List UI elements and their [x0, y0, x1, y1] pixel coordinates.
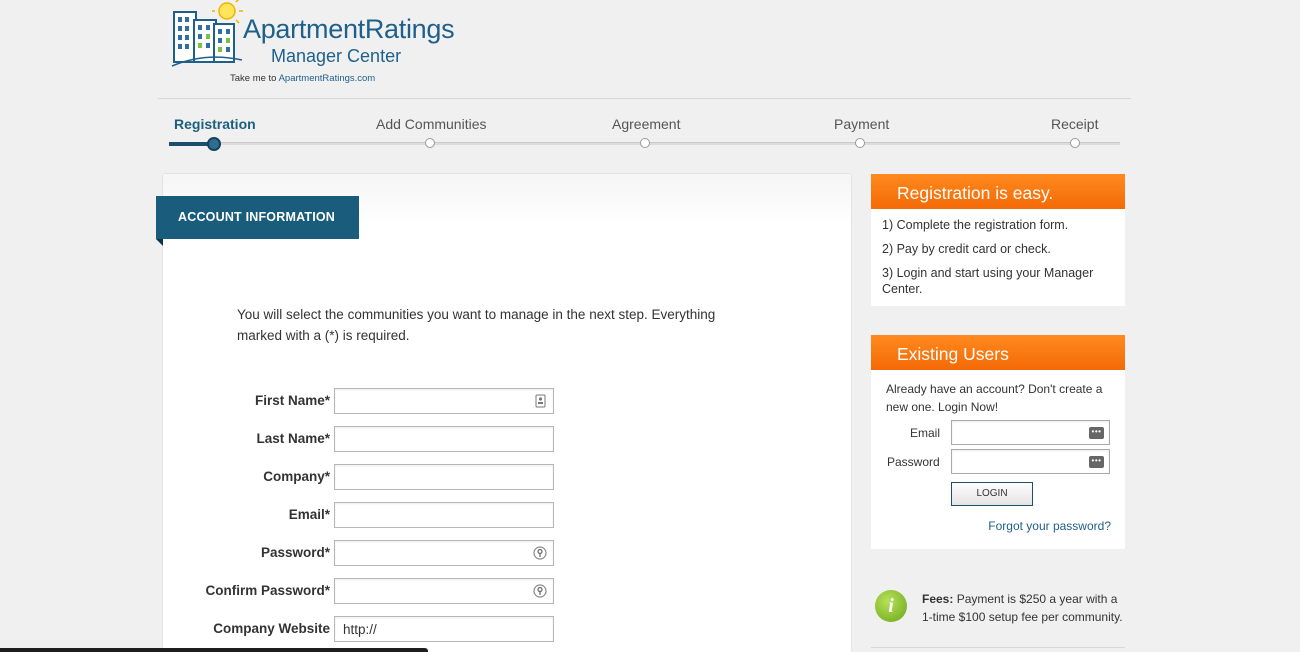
- company-input[interactable]: [334, 464, 554, 490]
- login-button[interactable]: LOGIN: [951, 482, 1033, 506]
- password-input[interactable]: [334, 540, 554, 566]
- password-row: Password*: [170, 540, 560, 566]
- brand-logo[interactable]: ApartmentRatings Manager Center Take me …: [170, 0, 490, 90]
- step-registration-dot: [207, 137, 221, 151]
- step-add-communities-label: Add Communities: [376, 116, 487, 132]
- registration-steps-list: 1) Complete the registration form. 2) Pa…: [871, 209, 1125, 297]
- existing-users-message: Already have an account? Don't create a …: [886, 382, 1103, 414]
- take-me-prefix: Take me to: [230, 73, 277, 84]
- confirm-password-input[interactable]: [334, 578, 554, 604]
- step-registration-label: Registration: [174, 116, 256, 132]
- intro-text: You will select the communities you want…: [237, 307, 716, 343]
- company-website-row: Company Website: [170, 616, 560, 642]
- bottom-overlay-bar: [0, 648, 428, 652]
- registration-easy-title: Registration is easy.: [871, 174, 1125, 209]
- step-payment-label: Payment: [834, 116, 890, 132]
- info-icon: i: [875, 590, 907, 622]
- registration-step-3: 3) Login and start using your Manager Ce…: [882, 266, 1094, 296]
- forgot-password-link[interactable]: Forgot your password?: [988, 519, 1111, 533]
- login-email-label: Email: [910, 426, 941, 440]
- registration-easy-box: Registration is easy. 1) Complete the re…: [871, 174, 1125, 306]
- existing-users-title: Existing Users: [871, 335, 1125, 370]
- registration-step-2: 2) Pay by credit card or check.: [882, 242, 1051, 256]
- last-name-label: Last Name*: [256, 431, 330, 446]
- fees-text: Fees: Payment is $250 a year with a 1-ti…: [922, 590, 1127, 626]
- company-row: Company*: [170, 464, 560, 490]
- key-icon[interactable]: [533, 584, 547, 598]
- logo-title: ApartmentRatings: [243, 14, 455, 44]
- password-manager-icon[interactable]: •••: [1089, 427, 1104, 439]
- step-receipt-dot: [1070, 138, 1080, 148]
- last-name-input[interactable]: [334, 426, 554, 452]
- password-manager-icon[interactable]: •••: [1089, 456, 1104, 468]
- take-me-to-text: Take me to ApartmentRatings.com: [230, 73, 375, 84]
- confirm-password-row: Confirm Password*: [170, 578, 560, 604]
- email-label: Email*: [288, 507, 330, 522]
- fees-description: Payment is $250 a year with a 1-time $10…: [922, 592, 1123, 624]
- key-icon[interactable]: [533, 546, 547, 560]
- email-row: Email*: [170, 502, 560, 528]
- login-password-label: Password: [887, 455, 940, 469]
- header-divider: [158, 98, 1131, 99]
- fees-divider: [871, 647, 1125, 648]
- tab-fold: [156, 239, 163, 246]
- company-label: Company*: [263, 469, 330, 484]
- step-receipt-label: Receipt: [1051, 116, 1099, 132]
- login-email-input[interactable]: •••: [951, 420, 1110, 445]
- email-input[interactable]: [334, 502, 554, 528]
- step-payment-dot: [855, 138, 865, 148]
- password-label: Password*: [260, 545, 330, 560]
- fees-label: Fees:: [922, 592, 954, 606]
- account-information-tab: ACCOUNT INFORMATION: [156, 196, 359, 239]
- step-add-communities-dot: [425, 138, 435, 148]
- company-website-label: Company Website: [213, 621, 330, 636]
- first-name-input[interactable]: [334, 388, 554, 414]
- step-agreement-dot: [640, 138, 650, 148]
- existing-users-box: Existing Users Already have an account? …: [871, 335, 1125, 549]
- first-name-label: First Name*: [254, 393, 330, 408]
- contact-card-icon[interactable]: [533, 394, 547, 408]
- login-password-input[interactable]: •••: [951, 449, 1110, 474]
- company-website-input[interactable]: [334, 616, 554, 642]
- step-agreement-label: Agreement: [612, 116, 681, 132]
- registration-step-1: 1) Complete the registration form.: [882, 218, 1069, 232]
- last-name-row: Last Name*: [170, 426, 560, 452]
- first-name-row: First Name*: [170, 388, 560, 414]
- apartmentratings-link[interactable]: ApartmentRatings.com: [279, 73, 376, 84]
- logo-subtitle: Manager Center: [271, 46, 402, 66]
- confirm-password-label: Confirm Password*: [205, 583, 330, 598]
- building-logo-icon: [171, 0, 243, 67]
- fees-info: i Fees: Payment is $250 a year with a 1-…: [871, 588, 1125, 648]
